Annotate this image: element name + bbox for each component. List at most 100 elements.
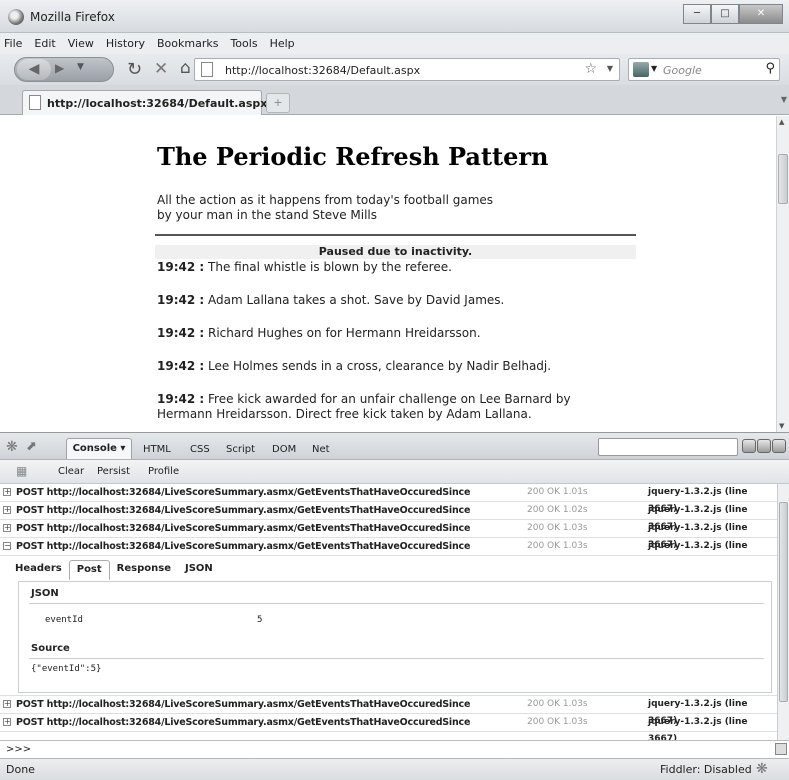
menu-edit[interactable]: Edit bbox=[34, 37, 55, 50]
firebug-search-input[interactable] bbox=[598, 438, 738, 456]
event-time: 19:42 : bbox=[157, 359, 205, 373]
intro-text: All the action as it happens from today'… bbox=[157, 193, 577, 223]
url-bar[interactable]: http://localhost:32684/Default.aspx ☆ ▼ bbox=[194, 58, 620, 81]
firebug-minimize-button[interactable] bbox=[742, 439, 756, 453]
expand-icon[interactable]: + bbox=[3, 488, 11, 496]
expand-icon[interactable]: + bbox=[3, 524, 11, 532]
detail-tab-post[interactable]: Post bbox=[68, 560, 110, 580]
forward-button[interactable]: ▶ bbox=[55, 61, 64, 75]
expand-icon[interactable]: + bbox=[3, 718, 11, 726]
menu-history[interactable]: History bbox=[106, 37, 145, 50]
tab-bar: http://localhost:32684/Default.aspx + ▼ bbox=[0, 85, 789, 115]
scroll-thumb[interactable] bbox=[778, 154, 788, 204]
menu-bookmarks[interactable]: Bookmarks bbox=[157, 37, 218, 50]
search-icon[interactable]: ⚲ bbox=[765, 61, 775, 76]
firebug-toolbar: ❋ ⬈ Console ▾ HTML CSS Script DOM Net bbox=[0, 432, 789, 460]
event-item: 19:42 : Free kick awarded for an unfair … bbox=[157, 392, 617, 422]
paused-message: Paused due to inactivity. bbox=[155, 245, 636, 259]
url-text[interactable]: http://localhost:32684/Default.aspx bbox=[225, 64, 420, 77]
menu-bar: File Edit View History Bookmarks Tools H… bbox=[0, 33, 789, 54]
request-row-expanded[interactable]: − POST http://localhost:32684/LiveScoreS… bbox=[0, 538, 777, 568]
request-url[interactable]: POST http://localhost:32684/LiveScoreSum… bbox=[16, 714, 470, 731]
source-heading: Source bbox=[31, 643, 70, 654]
request-url[interactable]: POST http://localhost:32684/LiveScoreSum… bbox=[16, 502, 470, 519]
request-source-link[interactable]: jquery-1.3.2.js (line 3667) bbox=[648, 714, 777, 740]
console-log: + POST http://localhost:32684/LiveScoreS… bbox=[0, 484, 777, 740]
detail-tabs: Headers Post Response JSON bbox=[8, 560, 220, 580]
expand-command-icon[interactable] bbox=[775, 743, 787, 755]
reload-icon[interactable]: ↻ bbox=[127, 59, 142, 80]
divider bbox=[29, 603, 764, 604]
param-value: 5 bbox=[257, 615, 263, 625]
expand-icon[interactable]: + bbox=[3, 700, 11, 708]
inspect-icon[interactable]: ⬈ bbox=[26, 439, 37, 454]
engine-dropdown-icon[interactable]: ▼ bbox=[651, 64, 657, 73]
clear-button[interactable]: Clear bbox=[58, 466, 84, 477]
page-title: The Periodic Refresh Pattern bbox=[157, 142, 549, 171]
search-engine-icon[interactable] bbox=[633, 62, 649, 77]
request-row[interactable]: + POST http://localhost:32684/LiveScoreS… bbox=[0, 696, 777, 726]
window-controls: ─ □ ✕ bbox=[683, 4, 783, 24]
scroll-down-icon[interactable]: ▼ bbox=[779, 422, 784, 430]
event-item: 19:42 : Lee Holmes sends in a cross, cle… bbox=[157, 359, 617, 374]
maximize-button[interactable]: □ bbox=[711, 4, 739, 24]
menu-tools[interactable]: Tools bbox=[230, 37, 257, 50]
search-bar[interactable]: ▼ Google ⚲ bbox=[628, 58, 780, 81]
status-bar: Done Fiddler: Disabled ❋ bbox=[0, 758, 789, 780]
collapse-icon[interactable]: − bbox=[3, 542, 11, 550]
tab-html[interactable]: HTML bbox=[143, 444, 171, 455]
fiddler-status[interactable]: Fiddler: Disabled bbox=[660, 763, 752, 776]
request-row[interactable]: + POST http://localhost:32684/LiveScoreS… bbox=[0, 502, 777, 532]
request-row[interactable]: + POST http://localhost:32684/LiveScoreS… bbox=[0, 714, 777, 740]
menu-file[interactable]: File bbox=[4, 37, 22, 50]
detail-tab-response[interactable]: Response bbox=[110, 560, 178, 580]
home-icon[interactable]: ⌂ bbox=[180, 58, 191, 78]
close-button[interactable]: ✕ bbox=[739, 4, 783, 24]
request-status: 200 OK 1.03s bbox=[527, 717, 588, 727]
request-url[interactable]: POST http://localhost:32684/LiveScoreSum… bbox=[16, 520, 470, 537]
console-options-icon[interactable]: ▦ bbox=[16, 464, 27, 478]
profile-button[interactable]: Profile bbox=[148, 466, 179, 477]
tab-default-aspx[interactable]: http://localhost:32684/Default.aspx bbox=[22, 90, 267, 115]
request-url[interactable]: POST http://localhost:32684/LiveScoreSum… bbox=[16, 484, 470, 501]
stop-icon[interactable]: ✕ bbox=[154, 59, 168, 79]
tab-list-icon[interactable]: ▼ bbox=[781, 95, 787, 104]
console-scrollbar[interactable] bbox=[777, 484, 789, 740]
back-button[interactable]: ◀ bbox=[17, 59, 51, 80]
command-line[interactable]: >>> bbox=[0, 740, 789, 758]
tab-console[interactable]: Console ▾ bbox=[66, 438, 132, 459]
request-url[interactable]: POST http://localhost:32684/LiveScoreSum… bbox=[16, 696, 470, 713]
page-scrollbar[interactable]: ▲ ▼ bbox=[776, 116, 789, 432]
page-icon bbox=[201, 62, 213, 77]
tab-dom[interactable]: DOM bbox=[272, 444, 296, 455]
new-tab-button[interactable]: + bbox=[266, 93, 290, 113]
event-item: 19:42 : Richard Hughes on for Hermann Hr… bbox=[157, 326, 617, 341]
expand-icon[interactable]: + bbox=[3, 506, 11, 514]
menu-help[interactable]: Help bbox=[270, 37, 295, 50]
persist-button[interactable]: Persist bbox=[97, 466, 130, 477]
request-url[interactable]: POST http://localhost:32684/LiveScoreSum… bbox=[16, 538, 470, 555]
intro-line: All the action as it happens from today'… bbox=[157, 193, 494, 207]
search-placeholder[interactable]: Google bbox=[663, 64, 702, 77]
scroll-thumb[interactable] bbox=[779, 502, 788, 702]
history-dropdown-icon[interactable]: ▼ bbox=[77, 62, 84, 72]
tab-css[interactable]: CSS bbox=[190, 444, 210, 455]
bookmark-star-icon[interactable]: ☆ bbox=[584, 61, 597, 77]
tab-script[interactable]: Script bbox=[226, 444, 255, 455]
detail-tab-headers[interactable]: Headers bbox=[8, 560, 69, 580]
scroll-up-icon[interactable]: ▲ bbox=[779, 118, 784, 126]
firebug-status-icon[interactable]: ❋ bbox=[756, 761, 768, 777]
minimize-button[interactable]: ─ bbox=[683, 4, 711, 24]
request-detail: Headers Post Response JSON JSON eventId … bbox=[0, 556, 777, 696]
detail-tab-json[interactable]: JSON bbox=[178, 560, 220, 580]
request-row[interactable]: + POST http://localhost:32684/LiveScoreS… bbox=[0, 484, 777, 514]
title-bar: Mozilla Firefox ─ □ ✕ bbox=[0, 0, 789, 33]
url-dropdown-icon[interactable]: ▼ bbox=[607, 64, 613, 73]
firebug-icon[interactable]: ❋ bbox=[6, 439, 18, 455]
menu-view[interactable]: View bbox=[68, 37, 94, 50]
request-row[interactable]: + POST http://localhost:32684/LiveScoreS… bbox=[0, 520, 777, 550]
firebug-close-button[interactable] bbox=[772, 439, 786, 453]
tab-net[interactable]: Net bbox=[312, 444, 330, 455]
source-value: {"eventId":5} bbox=[31, 664, 102, 674]
firebug-detach-button[interactable] bbox=[757, 439, 771, 453]
